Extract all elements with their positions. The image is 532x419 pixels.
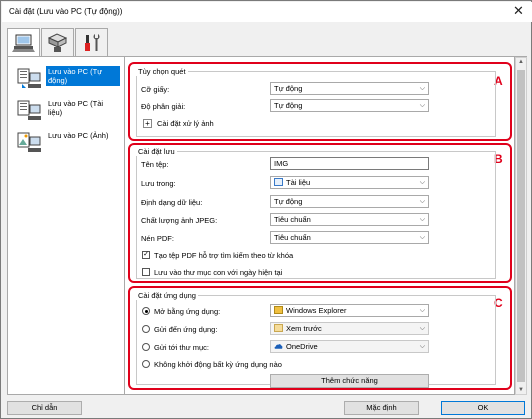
subfolder-date-checkbox[interactable] bbox=[142, 268, 150, 276]
chevron-down-icon: ⌵ bbox=[419, 179, 425, 186]
app-settings-title: Cài đặt ứng dụng bbox=[136, 291, 198, 300]
send-to-folder-label[interactable]: Gửi tới thư mục: bbox=[154, 343, 209, 352]
scrollbar-thumb[interactable] bbox=[517, 70, 525, 382]
paper-size-label: Cỡ giấy: bbox=[141, 85, 170, 94]
expand-image-processing-icon[interactable]: + bbox=[143, 119, 152, 128]
jpeg-quality-value: Tiêu chuẩn bbox=[274, 215, 311, 224]
save-to-pc-photo-icon bbox=[17, 132, 41, 152]
instructions-button[interactable]: Chỉ dẫn bbox=[7, 401, 82, 415]
send-to-folder-select[interactable]: OneDrive ⌵ bbox=[270, 340, 429, 353]
tab-scan-from-panel[interactable] bbox=[41, 28, 74, 56]
open-with-app-value: Windows Explorer bbox=[286, 306, 347, 315]
preview-app-icon bbox=[274, 324, 283, 332]
document-folder-icon bbox=[274, 178, 283, 186]
settings-dialog: Cài đặt (Lưu vào PC (Tự động)) ✕ Lưu vào… bbox=[0, 0, 532, 419]
scan-options-title: Tùy chọn quét bbox=[136, 67, 188, 76]
save-settings-title: Cài đặt lưu bbox=[136, 147, 177, 156]
open-with-app-select[interactable]: Windows Explorer ⌵ bbox=[270, 304, 429, 317]
sidebar-item-label: Lưu vào PC (Tự động) bbox=[46, 66, 120, 86]
tab-scan-from-computer[interactable] bbox=[7, 28, 40, 57]
sidebar-item-label: Lưu vào PC (Tài liệu) bbox=[48, 99, 104, 117]
more-functions-button[interactable]: Thêm chức năng bbox=[270, 374, 429, 388]
file-name-input[interactable]: IMG bbox=[270, 157, 429, 170]
data-format-value: Tự động bbox=[274, 197, 303, 206]
save-to-pc-document-icon bbox=[17, 100, 41, 120]
resolution-value: Tự động bbox=[274, 101, 303, 110]
chevron-down-icon: ⌵ bbox=[419, 85, 425, 92]
scan-from-panel-icon bbox=[47, 33, 68, 52]
no-app-label[interactable]: Không khởi động bất kỳ ứng dụng nào bbox=[154, 360, 282, 369]
chevron-down-icon: ⌵ bbox=[419, 216, 425, 223]
resolution-select[interactable]: Tự động ⌵ bbox=[270, 99, 429, 112]
title-bar: Cài đặt (Lưu vào PC (Tự động)) ✕ bbox=[2, 2, 532, 22]
pdf-compression-label: Nén PDF: bbox=[141, 234, 174, 243]
defaults-button[interactable]: Mặc định bbox=[344, 401, 419, 415]
sidebar-item-label: Lưu vào PC (Ảnh) bbox=[48, 131, 109, 140]
searchable-pdf-label[interactable]: Tạo tệp PDF hỗ trợ tìm kiếm theo từ khóa bbox=[154, 251, 293, 260]
chevron-down-icon: ⌵ bbox=[419, 307, 425, 314]
data-format-label: Định dạng dữ liệu: bbox=[141, 198, 203, 207]
scroll-down-icon[interactable]: ▼ bbox=[518, 387, 524, 393]
jpeg-quality-label: Chất lượng ảnh JPEG: bbox=[141, 216, 218, 225]
resolution-label: Độ phân giải: bbox=[141, 102, 186, 111]
save-in-label: Lưu trong: bbox=[141, 179, 176, 188]
send-to-folder-radio[interactable] bbox=[142, 343, 150, 351]
subfolder-date-label[interactable]: Lưu vào thư mục con với ngày hiện tại bbox=[154, 268, 282, 277]
chevron-down-icon: ⌵ bbox=[419, 325, 425, 332]
data-format-select[interactable]: Tự động ⌵ bbox=[270, 195, 429, 208]
scan-type-list: Lưu vào PC (Tự động) Lưu vào PC (Tài liệ… bbox=[7, 57, 125, 395]
sidebar-item-save-document[interactable]: Lưu vào PC (Tài liệu) bbox=[12, 95, 122, 127]
send-to-app-value: Xem trước bbox=[286, 324, 322, 333]
sidebar-item-save-auto[interactable]: Lưu vào PC (Tự động) bbox=[12, 63, 122, 95]
searchable-pdf-checkbox[interactable]: ✓ bbox=[142, 251, 150, 259]
pdf-compression-value: Tiêu chuẩn bbox=[274, 233, 311, 242]
sidebar-item-save-photo[interactable]: Lưu vào PC (Ảnh) bbox=[12, 127, 122, 159]
chevron-down-icon: ⌵ bbox=[419, 102, 425, 109]
windows-explorer-icon bbox=[274, 306, 283, 314]
general-settings-tools-icon bbox=[85, 34, 100, 51]
save-in-select[interactable]: Tài liệu ⌵ bbox=[270, 176, 429, 189]
paper-size-value: Tự động bbox=[274, 84, 303, 93]
chevron-down-icon: ⌵ bbox=[419, 234, 425, 241]
save-in-value: Tài liệu bbox=[286, 178, 311, 187]
pdf-compression-select[interactable]: Tiêu chuẩn ⌵ bbox=[270, 231, 429, 244]
scroll-up-icon[interactable]: ▲ bbox=[518, 59, 524, 65]
scan-from-computer-icon bbox=[12, 34, 35, 52]
send-to-folder-value: OneDrive bbox=[286, 342, 318, 351]
close-icon[interactable]: ✕ bbox=[511, 4, 526, 19]
jpeg-quality-select[interactable]: Tiêu chuẩn ⌵ bbox=[270, 213, 429, 226]
no-app-radio[interactable] bbox=[142, 360, 150, 368]
tab-general-settings[interactable] bbox=[75, 28, 108, 56]
chevron-down-icon: ⌵ bbox=[419, 198, 425, 205]
file-name-label: Tên tệp: bbox=[141, 160, 169, 169]
send-to-app-radio[interactable] bbox=[142, 325, 150, 333]
image-processing-settings-label[interactable]: Cài đặt xử lý ảnh bbox=[157, 119, 214, 128]
chevron-down-icon: ⌵ bbox=[419, 343, 425, 350]
onedrive-cloud-icon bbox=[274, 344, 283, 349]
file-name-value: IMG bbox=[274, 159, 289, 168]
window-title: Cài đặt (Lưu vào PC (Tự động)) bbox=[9, 7, 123, 16]
save-to-pc-auto-icon bbox=[17, 68, 41, 88]
open-with-app-radio[interactable] bbox=[142, 307, 150, 315]
open-with-app-label[interactable]: Mở bằng ứng dụng: bbox=[154, 307, 220, 316]
send-to-app-label[interactable]: Gửi đến ứng dụng: bbox=[154, 325, 217, 334]
ok-button[interactable]: OK bbox=[441, 401, 525, 415]
send-to-app-select[interactable]: Xem trước ⌵ bbox=[270, 322, 429, 335]
vertical-scrollbar[interactable]: ▲ ▼ bbox=[515, 57, 527, 395]
paper-size-select[interactable]: Tự động ⌵ bbox=[270, 82, 429, 95]
